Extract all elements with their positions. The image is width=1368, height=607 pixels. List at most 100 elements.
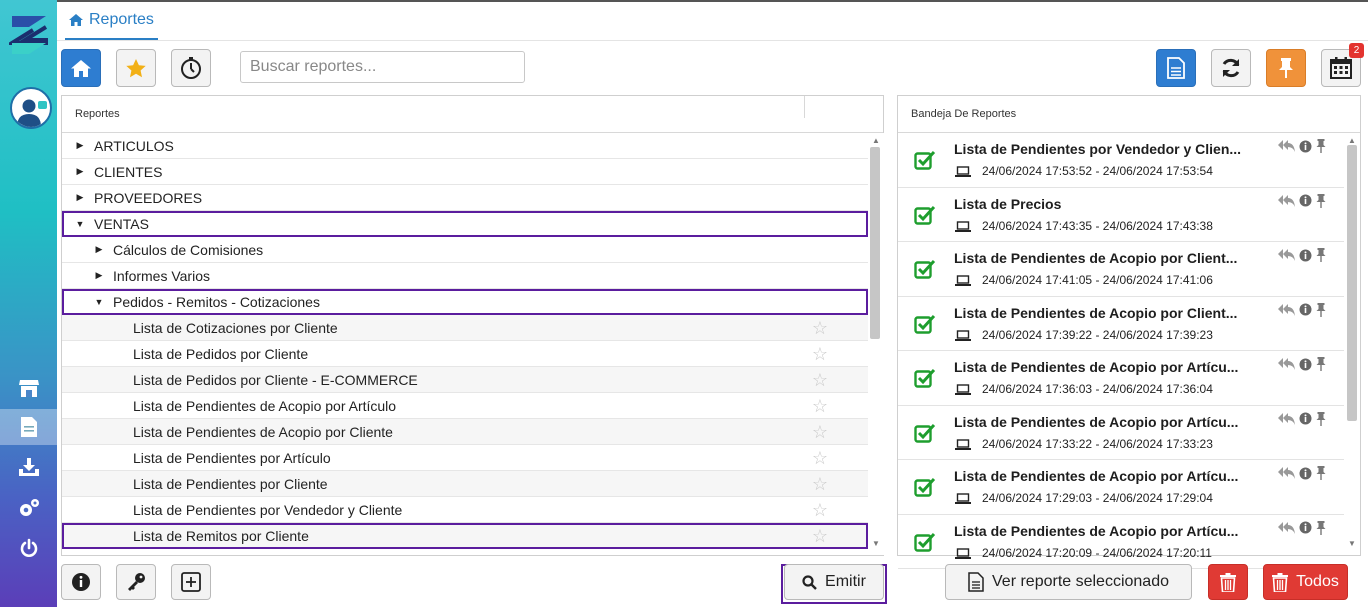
add-button[interactable]: [171, 564, 211, 600]
app-logo[interactable]: [4, 12, 49, 58]
report-item[interactable]: Lista de Pedidos por Cliente ☆: [62, 341, 868, 367]
star-outline-icon[interactable]: ☆: [812, 527, 828, 545]
settings-gears-icon[interactable]: [0, 490, 57, 526]
ver-reporte-button[interactable]: Ver reporte seleccionado: [945, 564, 1192, 600]
tree-folder-calculos-comisiones[interactable]: ▶ Cálculos de Comisiones: [62, 237, 868, 263]
report-view-button[interactable]: [1156, 49, 1196, 87]
tree-folder-informes-varios[interactable]: ▶ Informes Varios: [62, 263, 868, 289]
star-outline-icon[interactable]: ☆: [812, 449, 828, 467]
reply-all-icon[interactable]: [1278, 140, 1295, 152]
info-icon[interactable]: [1299, 412, 1312, 425]
history-button[interactable]: [171, 49, 211, 87]
inbox-item[interactable]: Lista de Pendientes de Acopio por Artícu…: [898, 515, 1344, 569]
star-outline-icon[interactable]: ☆: [812, 371, 828, 389]
download-tray-icon[interactable]: [0, 449, 57, 485]
calendar-button[interactable]: 2: [1321, 43, 1364, 87]
delete-all-button[interactable]: Todos: [1263, 564, 1348, 600]
info-icon[interactable]: [1299, 521, 1312, 534]
star-outline-icon[interactable]: ☆: [812, 319, 828, 337]
tree-label: ARTICULOS: [94, 137, 174, 154]
report-item[interactable]: Lista de Pendientes por Vendedor y Clien…: [62, 497, 868, 523]
tree-folder-pedidos-remitos[interactable]: ▼ Pedidos - Remitos - Cotizaciones: [62, 289, 868, 315]
scroll-down-icon[interactable]: ▼: [1348, 539, 1356, 548]
home-button[interactable]: [61, 49, 101, 87]
scroll-up-icon[interactable]: ▲: [1348, 136, 1356, 145]
info-icon[interactable]: [1299, 467, 1312, 480]
pin-icon[interactable]: [1316, 193, 1326, 208]
inbox-item-title: Lista de Pendientes de Acopio por Artícu…: [954, 359, 1239, 375]
report-item[interactable]: Lista de Pendientes por Artículo ☆: [62, 445, 868, 471]
reply-all-icon[interactable]: [1278, 303, 1295, 316]
pin-icon[interactable]: [1316, 302, 1326, 317]
star-outline-icon[interactable]: ☆: [812, 423, 828, 441]
star-outline-icon[interactable]: ☆: [812, 501, 828, 519]
stopwatch-icon: [181, 57, 201, 79]
inbox-item[interactable]: Lista de Pendientes de Acopio por Client…: [898, 242, 1344, 297]
info-button[interactable]: [61, 564, 101, 600]
report-item-selected[interactable]: Lista de Remitos por Cliente ☆: [62, 523, 868, 549]
inbox-item[interactable]: Lista de Pendientes de Acopio por Artícu…: [898, 406, 1344, 460]
info-icon[interactable]: [1299, 358, 1312, 371]
reply-all-icon[interactable]: [1278, 194, 1295, 207]
inbox-item-actions: [1278, 411, 1326, 426]
reply-all-icon[interactable]: [1278, 467, 1295, 479]
reply-all-icon[interactable]: [1278, 358, 1295, 370]
store-icon[interactable]: [0, 370, 57, 406]
power-icon[interactable]: [0, 530, 57, 566]
report-item[interactable]: Lista de Pendientes por Cliente ☆: [62, 471, 868, 497]
pin-icon[interactable]: [1316, 357, 1326, 371]
inbox-item[interactable]: Lista de Precios 24/06/2024 17:43:35 - 24…: [898, 188, 1344, 242]
info-icon[interactable]: [1299, 194, 1312, 207]
caret-right-icon: ▶: [76, 140, 84, 150]
emitir-label: Emitir: [825, 573, 866, 590]
pin-icon[interactable]: [1316, 520, 1326, 535]
report-item[interactable]: Lista de Pendientes de Acopio por Artícu…: [62, 393, 868, 419]
reply-all-icon[interactable]: [1278, 249, 1295, 261]
scrollbar-thumb[interactable]: [870, 147, 880, 339]
pin-icon[interactable]: [1316, 466, 1326, 480]
tree-category-clientes[interactable]: ▶ CLIENTES: [62, 159, 868, 185]
pin-icon: [1279, 58, 1293, 78]
pin-icon[interactable]: [1316, 139, 1326, 153]
reports-icon[interactable]: [0, 409, 57, 445]
pin-button[interactable]: [1266, 49, 1306, 87]
favorites-button[interactable]: [116, 49, 156, 87]
inbox-item[interactable]: Lista de Pendientes de Acopio por Client…: [898, 297, 1344, 351]
tab-reportes[interactable]: Reportes: [65, 2, 158, 40]
delete-selected-button[interactable]: [1208, 564, 1248, 600]
scrollbar-thumb[interactable]: [1347, 145, 1357, 421]
tree-category-proveedores[interactable]: ▶ PROVEEDORES: [62, 185, 868, 211]
pin-icon[interactable]: [1316, 248, 1326, 262]
search-input[interactable]: [240, 51, 525, 83]
calendar-badge: 2: [1349, 43, 1364, 58]
info-icon[interactable]: [1299, 249, 1312, 262]
reply-all-icon[interactable]: [1278, 521, 1295, 534]
inbox-item[interactable]: Lista de Pendientes de Acopio por Artícu…: [898, 460, 1344, 515]
scroll-down-icon[interactable]: ▼: [872, 539, 880, 548]
pin-icon[interactable]: [1316, 411, 1326, 426]
refresh-button[interactable]: [1211, 49, 1251, 87]
inbox-item-title: Lista de Pendientes de Acopio por Client…: [954, 304, 1238, 321]
report-item[interactable]: Lista de Pendientes de Acopio por Client…: [62, 419, 868, 445]
inbox-item[interactable]: Lista de Pendientes de Acopio por Artícu…: [898, 351, 1344, 406]
star-outline-icon[interactable]: ☆: [812, 345, 828, 363]
report-item[interactable]: Lista de Cotizaciones por Cliente ☆: [62, 315, 868, 341]
tree-category-articulos[interactable]: ▶ ARTICULOS: [62, 133, 868, 159]
calendar-icon: [1330, 57, 1352, 79]
info-icon[interactable]: [1299, 140, 1312, 153]
user-avatar[interactable]: [10, 87, 52, 129]
emitir-button[interactable]: Emitir: [784, 564, 884, 600]
caret-down-icon: ▼: [94, 296, 104, 307]
scroll-up-icon[interactable]: ▲: [872, 136, 880, 145]
tree-category-ventas[interactable]: ▼ VENTAS: [62, 211, 868, 237]
star-outline-icon[interactable]: ☆: [812, 475, 828, 493]
star-outline-icon[interactable]: ☆: [812, 397, 828, 415]
sidebar: [0, 0, 57, 607]
key-button[interactable]: [116, 564, 156, 600]
info-icon[interactable]: [1299, 303, 1312, 316]
reports-scrollbar[interactable]: ▲ ▼: [868, 133, 884, 555]
reply-all-icon[interactable]: [1278, 412, 1295, 425]
inbox-item[interactable]: Lista de Pendientes por Vendedor y Clien…: [898, 133, 1344, 188]
report-item[interactable]: Lista de Pedidos por Cliente - E-COMMERC…: [62, 367, 868, 393]
inbox-scrollbar[interactable]: ▲ ▼: [1344, 133, 1360, 555]
